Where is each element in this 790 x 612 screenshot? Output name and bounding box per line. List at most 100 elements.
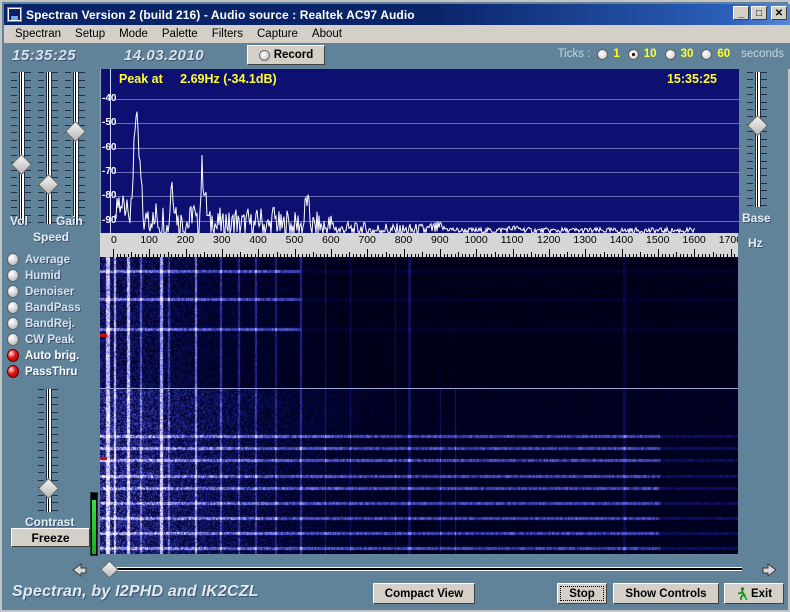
minimize-button[interactable]: _ — [733, 6, 749, 20]
humid-led-icon — [7, 269, 19, 282]
title-bar: Spectran Version 2 (build 216) - Audio s… — [4, 4, 790, 25]
frequency-axis: 0 100 200 300 400 500 600 700 800 900 1000 1100 1200… — [100, 233, 738, 257]
menu-item-capture[interactable]: Capture — [250, 27, 305, 41]
option-bandrej-label: BandRej. — [25, 317, 75, 330]
ticks-option-60[interactable]: 60 — [717, 48, 730, 60]
show-controls-label: Show Controls — [625, 587, 707, 600]
auto-brightness-led-icon — [7, 349, 19, 362]
ticks-option-30[interactable]: 30 — [681, 48, 694, 60]
waterfall-marker-upper — [100, 334, 107, 337]
options-list: Average Humid Denoiser BandPass BandRej.… — [7, 252, 99, 380]
input-level-meter — [90, 492, 98, 556]
ticks-radio-60[interactable] — [701, 48, 713, 60]
waterfall-canvas — [100, 257, 738, 554]
date-display: 14.03.2010 — [124, 47, 205, 64]
pan-slider-track[interactable] — [102, 567, 742, 571]
compact-view-button[interactable]: Compact View — [373, 583, 475, 604]
pan-slider-knob[interactable] — [100, 560, 119, 579]
option-denoiser[interactable]: Denoiser — [7, 284, 99, 299]
pan-left-icon[interactable] — [71, 562, 87, 577]
waterfall-separator — [100, 388, 738, 389]
menu-item-palette[interactable]: Palette — [155, 27, 205, 41]
left-control-panel: Vol Gain Speed Average Humid Denoiser Ba… — [4, 69, 98, 554]
peak-readout: Peak at 2.69Hz (-34.1dB) — [119, 72, 277, 86]
speed-slider-label: Speed — [33, 230, 70, 244]
frequency-axis-ticks — [100, 249, 738, 257]
speed-slider[interactable] — [37, 72, 60, 224]
bandpass-led-icon — [7, 301, 19, 314]
option-cw-peak[interactable]: CW Peak — [7, 332, 99, 347]
brand-text: Spectran, by I2PHD and IK2CZL — [12, 583, 259, 600]
exit-button[interactable]: Exit — [724, 583, 784, 604]
freeze-button-label: Freeze — [31, 530, 70, 545]
running-man-icon — [737, 586, 748, 600]
menu-item-setup[interactable]: Setup — [68, 27, 112, 41]
ticks-label: Ticks : — [557, 48, 591, 60]
minimize-icon: _ — [738, 8, 744, 19]
record-label: Record — [273, 49, 314, 61]
volume-slider-label: Vol — [10, 214, 28, 228]
menu-item-filters[interactable]: Filters — [205, 27, 250, 41]
waterfall-marker-lower — [100, 457, 107, 460]
gain-slider[interactable] — [64, 72, 87, 224]
spectran-window: Spectran Version 2 (build 216) - Audio s… — [0, 0, 790, 612]
menu-item-about[interactable]: About — [305, 27, 349, 41]
contrast-slider[interactable] — [37, 389, 60, 512]
exit-label: Exit — [750, 587, 773, 600]
ticks-option-10[interactable]: 10 — [644, 48, 657, 60]
option-humid[interactable]: Humid — [7, 268, 99, 283]
maximize-button[interactable]: □ — [751, 6, 767, 20]
menu-item-mode[interactable]: Mode — [112, 27, 155, 41]
ticks-option-1[interactable]: 1 — [613, 48, 619, 60]
window-buttons: _ □ ✕ — [733, 6, 787, 20]
freeze-button[interactable]: Freeze — [11, 528, 90, 547]
base-slider-label: Base — [742, 211, 771, 225]
option-average-label: Average — [25, 253, 70, 266]
option-bandrej[interactable]: BandRej. — [7, 316, 99, 331]
option-average[interactable]: Average — [7, 252, 99, 267]
option-passthru[interactable]: PassThru — [7, 364, 99, 379]
spectrum-timestamp: 15:35:25 — [666, 72, 717, 86]
pan-right-icon[interactable] — [762, 562, 778, 577]
bottom-bar: Spectran, by I2PHD and IK2CZL Compact Vi… — [4, 580, 790, 610]
close-button[interactable]: ✕ — [771, 6, 787, 20]
passthru-led-icon — [7, 365, 19, 378]
spectrum-trace — [114, 111, 696, 233]
base-slider-ticks — [746, 72, 768, 207]
option-passthru-label: PassThru — [25, 365, 78, 378]
option-bandpass[interactable]: BandPass — [7, 300, 99, 315]
bandrej-led-icon — [7, 317, 19, 330]
base-slider[interactable] — [746, 72, 769, 207]
ticks-unit-label: seconds — [741, 48, 784, 60]
ticks-radio-10[interactable] — [627, 48, 639, 60]
clock-display: 15:35:25 — [12, 47, 77, 64]
show-controls-button[interactable]: Show Controls — [613, 583, 719, 604]
cw-peak-led-icon — [7, 333, 19, 346]
gain-slider-ticks — [64, 72, 86, 224]
volume-slider-ticks — [10, 72, 32, 224]
ticks-radio-1[interactable] — [597, 48, 609, 60]
window-title: Spectran Version 2 (build 216) - Audio s… — [26, 7, 415, 22]
close-icon: ✕ — [774, 8, 784, 19]
compact-view-label: Compact View — [384, 587, 464, 600]
ticks-radio-30[interactable] — [664, 48, 676, 60]
waterfall-display[interactable] — [100, 257, 738, 554]
option-auto-brightness-label: Auto brig. — [25, 349, 80, 362]
option-auto-brightness[interactable]: Auto brig. — [7, 348, 99, 363]
menu-item-spectran[interactable]: Spectran — [8, 27, 68, 41]
stop-button[interactable]: Stop — [557, 583, 607, 604]
speed-slider-ticks — [37, 72, 59, 224]
spectrum-graph[interactable]: -40 -50 -60 -70 -80 -90 Peak at 2.69Hz (-34.1… — [100, 69, 739, 233]
stop-label: Stop — [569, 587, 595, 600]
volume-slider[interactable] — [10, 72, 33, 224]
option-bandpass-label: BandPass — [25, 301, 81, 314]
record-button[interactable]: Record — [247, 45, 325, 65]
option-denoiser-label: Denoiser — [25, 285, 75, 298]
gain-slider-label: Gain — [56, 214, 83, 228]
app-icon — [7, 7, 22, 22]
option-cw-peak-label: CW Peak — [25, 333, 75, 346]
record-icon — [258, 49, 270, 61]
hz-unit-label: Hz — [748, 236, 763, 250]
maximize-icon: □ — [755, 8, 763, 19]
average-led-icon — [7, 253, 19, 266]
